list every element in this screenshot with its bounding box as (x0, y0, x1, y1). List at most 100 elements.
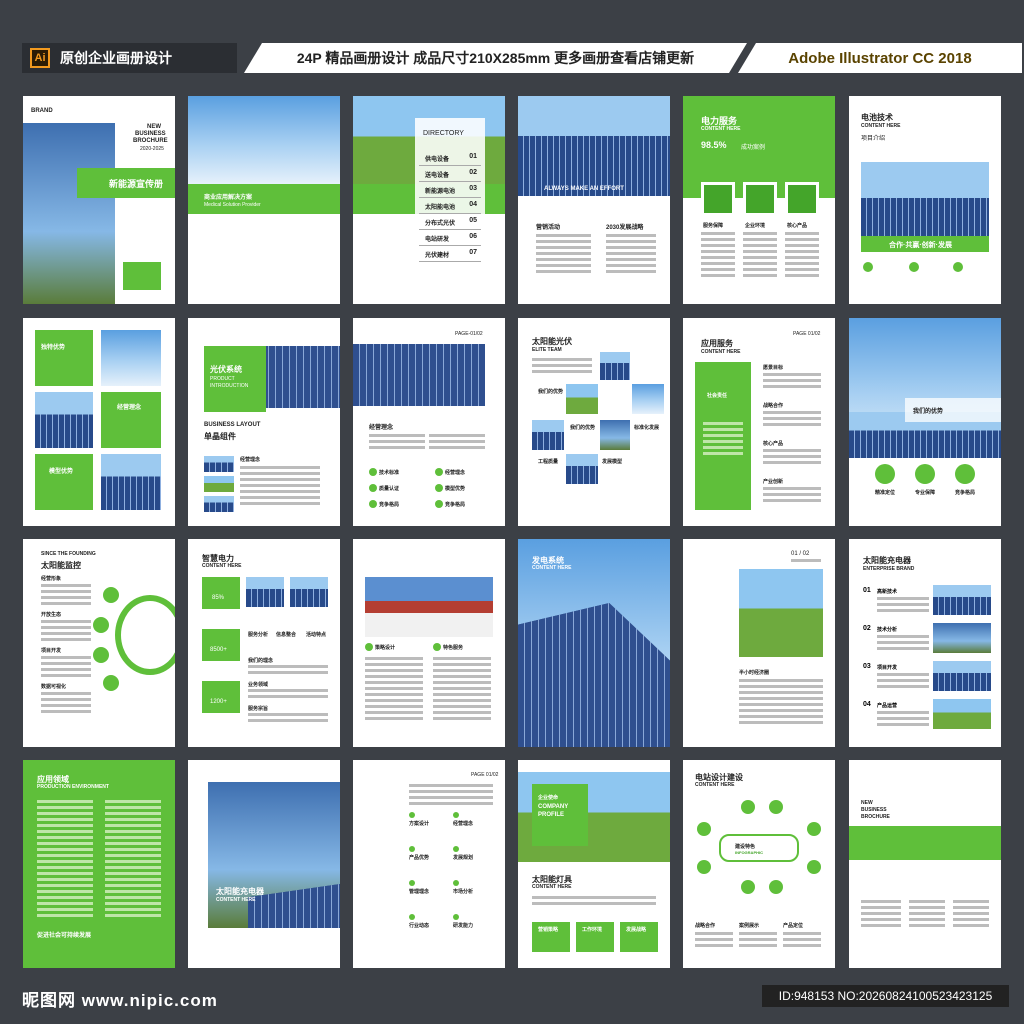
page22-box-b: 工作环境 (576, 922, 614, 952)
page7-label-c: 模型优势 (49, 469, 74, 475)
directory-item[interactable]: 新能源电池 03 (419, 182, 481, 198)
directory-item-label: 光伏建材 (425, 253, 450, 259)
page-19[interactable]: 应用领域 PRODUCTION ENVIRONMENT 促进社会可持续发展 (23, 760, 175, 968)
page-10[interactable]: 太阳能光伏 ELITE TEAM 我们的优势 我们的优势 标准化发展 工程质量 … (518, 318, 670, 526)
directory-panel: DIRECTORY 供电设备 01 送电设备 02 新能源电池 03 太阳能电池 04 分布式光… (415, 118, 485, 304)
network-icon (93, 647, 109, 663)
page-24-back-cover[interactable]: NEW BUSINESS BROCHURE (849, 760, 1001, 968)
page21-e: 管理理念 (409, 889, 430, 895)
page-14[interactable]: 智慧电力 CONTENT HERE 85% 8500+ 1200+ 服务分析 信… (188, 539, 340, 747)
page14-subtitle: CONTENT HERE (202, 563, 242, 569)
directory-title: DIRECTORY (423, 130, 464, 137)
directory-item[interactable]: 分布式光伏 05 (419, 214, 481, 230)
page-4[interactable]: ALWAYS MAKE AN EFFORT 营销活动 2030发展战略 (518, 96, 670, 304)
page-18[interactable]: 太阳能充电器 ENTERPRISE BRAND 01 高新技术 02 技术分析 03 项目… (849, 539, 1001, 747)
stat-box-1: 85% (202, 577, 240, 609)
chat-icon (785, 182, 819, 216)
page22-t2: COMPANY (538, 804, 569, 810)
page18-list: 01 高新技术 02 技术分析 03 项目开发 04 产品运营 (863, 585, 991, 737)
page18-list-item: 03 项目开发 (863, 661, 991, 699)
page8-label: 经营理念 (240, 457, 261, 463)
page10-c: 标准化发展 (634, 425, 660, 431)
page-5[interactable]: 电力服务 CONTENT HERE 98.5% 成功案例 服务保障 企业环境 核… (683, 96, 835, 304)
page-13[interactable]: SINCE THE FOUNDING 太阳能监控 经营形象 开放生态 项目开发 … (23, 539, 175, 747)
page19-subtitle: PRODUCTION ENVIRONMENT (37, 784, 109, 790)
page-6[interactable]: 电池技术 CONTENT HERE 项目介绍 合作·共赢·创新·发展 (849, 96, 1001, 304)
page9-c4: 模型优势 (445, 486, 466, 492)
page10-b: 我们的优势 (570, 425, 596, 431)
infographic-center: 建设特色 INFOGRAPHIC (719, 834, 799, 862)
page7-photo2 (35, 392, 93, 448)
page-9[interactable]: PAGE-01/02 经营理念 技术标准 经营理念 质量认证 模型优势 竞争格局… (353, 318, 505, 526)
house-solar-photo (365, 577, 493, 637)
directory-item-number: 05 (469, 217, 477, 224)
directory-item[interactable]: 光伏建材 07 (419, 246, 481, 262)
nipic-logo[interactable]: 昵图网 www.nipic.com (22, 986, 218, 1011)
page8-green-box: 光伏系统 PRODUCT INTRODUCTION (204, 346, 266, 412)
back-cover-t2: BUSINESS (861, 807, 887, 813)
directory-item[interactable]: 送电设备 02 (419, 166, 481, 182)
page20-title: 太阳能充电器 (216, 887, 264, 896)
page6-banner-text: 合作·共赢·创新·发展 (889, 242, 952, 249)
dot-icon (409, 812, 415, 818)
page21-c: 产品优势 (409, 855, 430, 861)
directory-item-label: 新能源电池 (425, 189, 456, 195)
page21-a: 方案设计 (409, 821, 430, 827)
page22-subtitle: CONTENT HERE (532, 884, 572, 890)
page18-list-item: 02 技术分析 (863, 623, 991, 661)
page-11[interactable]: PAGE 01/02 应用服务 CONTENT HERE 社会责任 愿景目标 战… (683, 318, 835, 526)
page9-c1: 技术标准 (379, 470, 400, 476)
page23-center-sub: INFOGRAPHIC (735, 850, 763, 855)
page-20[interactable]: 太阳能充电器 CONTENT HERE (188, 760, 340, 968)
ring-graphic (115, 595, 175, 675)
page18-item-number: 01 (863, 587, 871, 594)
page-7[interactable]: 独特优势 经营理念 模型优势 (23, 318, 175, 526)
check-icon (369, 468, 377, 476)
check-icon (435, 500, 443, 508)
page-22[interactable]: 企业使命 COMPANY PROFILE 太阳能灯具 CONTENT HERE … (518, 760, 670, 968)
cover-title-1: NEW (147, 124, 161, 130)
directory-item-label: 供电设备 (425, 157, 450, 163)
page18-item-number: 02 (863, 625, 871, 632)
header-right-title: Adobe Illustrator CC 2018 (738, 43, 1022, 73)
page-21[interactable]: PAGE 01/02 方案设计 经营理念 产品优势 发展规划 管理理念 市场分析… (353, 760, 505, 968)
page-17[interactable]: 01 / 02 半小时经济圈 (683, 539, 835, 747)
page-16[interactable]: 发电系统 CONTENT HERE (518, 539, 670, 747)
page-2[interactable]: 商业应用解决方案 Medical Solution Provider (188, 96, 340, 304)
page-1-cover[interactable]: BRAND NEW BUSINESS BROCHURE 2020-2025 新能… (23, 96, 175, 304)
check-icon (365, 643, 373, 651)
page16-subtitle: CONTENT HERE (532, 565, 572, 571)
page2-title: 商业应用解决方案 (204, 195, 253, 201)
page7-photo3 (101, 454, 161, 510)
dot-icon (453, 812, 459, 818)
check-icon (435, 468, 443, 476)
page18-item-label: 项目开发 (877, 665, 898, 671)
page7-box-c: 模型优势 (35, 454, 93, 510)
page4-label-b: 2030发展战略 (606, 225, 644, 231)
check-icon (435, 484, 443, 492)
wind-turbine-photo (188, 96, 340, 184)
dot-icon (409, 914, 415, 920)
page-12[interactable]: 我们的优势 精准定位 专业保障 竞争格局 (849, 318, 1001, 526)
page7-box-b: 经营理念 (101, 392, 161, 448)
page-23[interactable]: 电站设计建设 CONTENT HERE 建设特色 INFOGRAPHIC 战略合… (683, 760, 835, 968)
page22-t3: PROFILE (538, 812, 565, 818)
directory-item[interactable]: 电站研发 06 (419, 230, 481, 246)
page10-photo1 (600, 352, 630, 380)
page7-label-a: 独特优势 (41, 345, 66, 351)
page-15[interactable]: 策略设计 特色服务 (353, 539, 505, 747)
directory-item[interactable]: 供电设备 01 (419, 150, 481, 166)
check-icon (433, 643, 441, 651)
page5-item2: 企业环境 (745, 223, 766, 229)
headset-icon (93, 617, 109, 633)
page-8[interactable]: 光伏系统 PRODUCT INTRODUCTION BUSINESS LAYOU… (188, 318, 340, 526)
page11-title: 应用服务 (701, 339, 733, 348)
page6-intro: 项目介绍 (861, 136, 886, 142)
page23-subtitle: CONTENT HERE (695, 782, 735, 788)
page-3-directory[interactable]: DIRECTORY 供电设备 01 送电设备 02 新能源电池 03 太阳能电池 04 分布式光… (353, 96, 505, 304)
page22-a: 营销策略 (538, 927, 559, 933)
page7-label-b: 经营理念 (117, 405, 142, 411)
page10-e: 发展模型 (602, 459, 623, 465)
directory-item-label: 送电设备 (425, 173, 450, 179)
directory-item[interactable]: 太阳能电池 04 (419, 198, 481, 214)
